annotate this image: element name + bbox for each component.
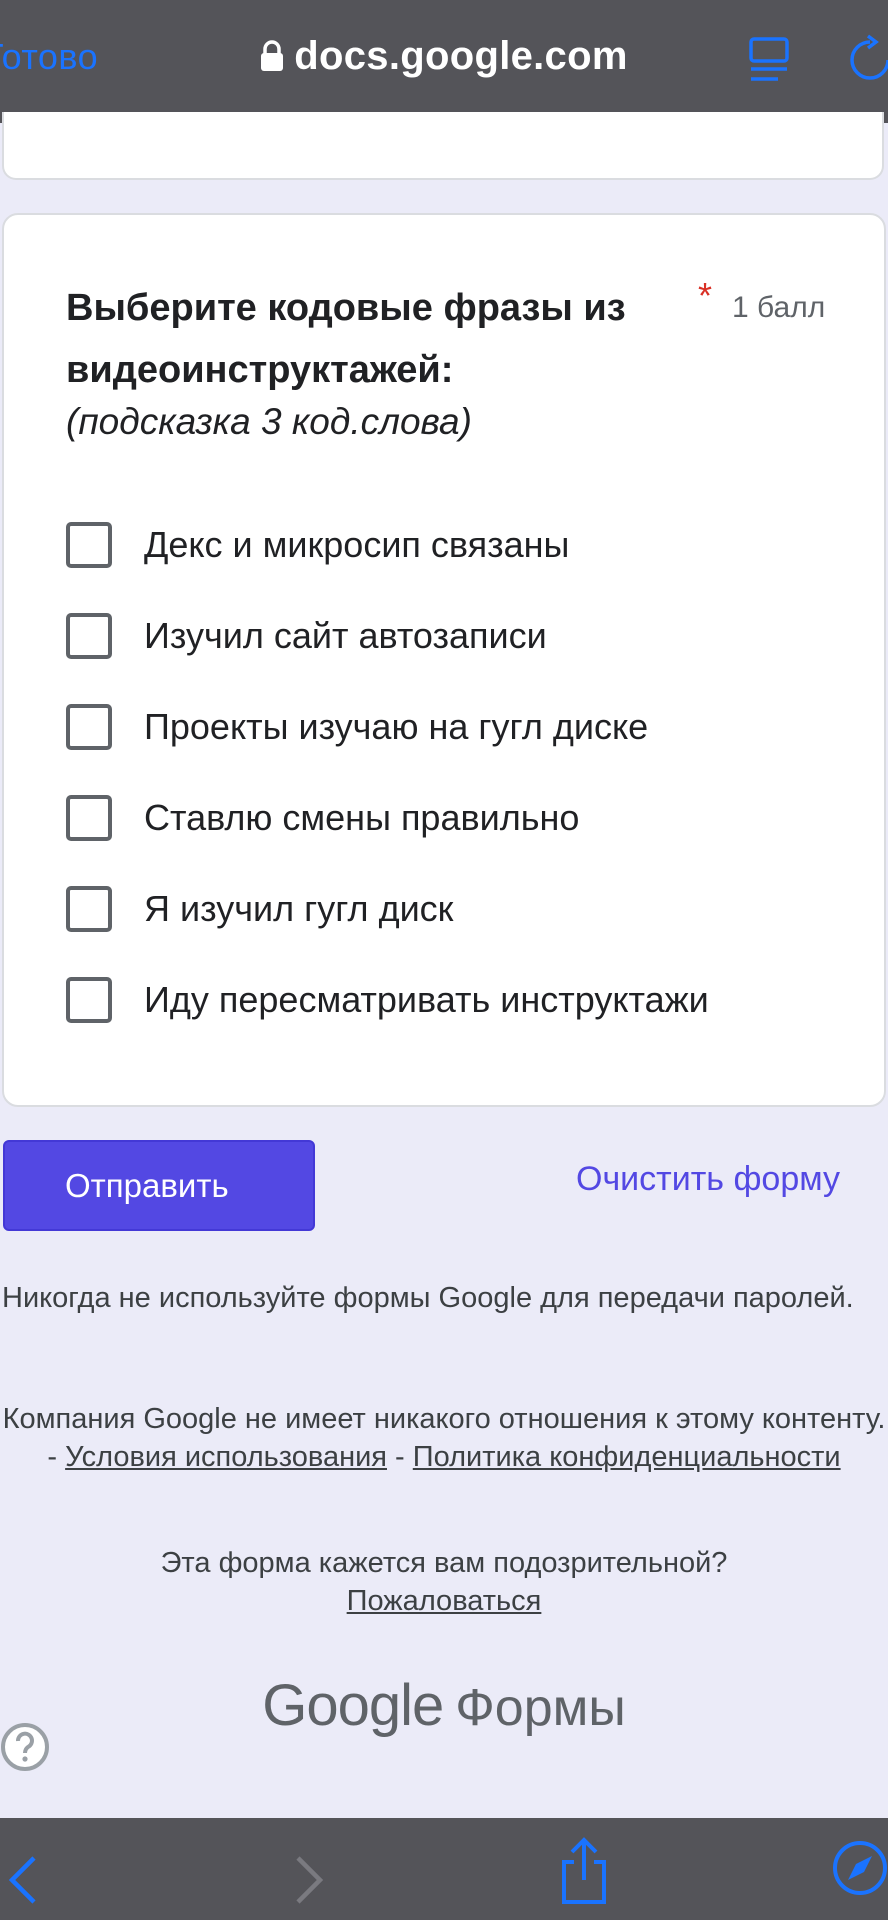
suspicious-text: Эта форма кажется вам подозрительной? bbox=[160, 1547, 728, 1579]
checkbox-option[interactable]: Иду пересматривать инструктажи bbox=[66, 970, 709, 1030]
option-label: Проекты изучаю на гугл диске bbox=[144, 706, 649, 747]
report-link[interactable]: Пожаловаться bbox=[347, 1585, 542, 1617]
checkbox-option[interactable]: Изучил сайт автозаписи bbox=[66, 606, 547, 666]
reader-icon[interactable] bbox=[748, 36, 790, 89]
terms-link[interactable]: Условия использования bbox=[65, 1441, 387, 1473]
question-card: Выберите кодовые фразы из видеоинструкта… bbox=[2, 213, 886, 1107]
question-title: Выберите кодовые фразы из видеоинструкта… bbox=[66, 287, 626, 391]
url-text: docs.google.com bbox=[294, 34, 628, 78]
password-warning: Никогда не используйте формы Google для … bbox=[2, 1282, 854, 1314]
question-points: 1 балл bbox=[732, 291, 826, 324]
clear-form-button[interactable]: Очистить форму bbox=[576, 1160, 840, 1199]
browser-top-bar: Готово docs.google.com bbox=[0, 0, 888, 123]
checkbox[interactable] bbox=[66, 522, 112, 568]
suspicious-form-notice: Эта форма кажется вам подозрительной? По… bbox=[0, 1544, 888, 1620]
option-label: Изучил сайт автозаписи bbox=[144, 615, 547, 656]
google-disclaimer: Компания Google не имеет никакого отноше… bbox=[0, 1400, 888, 1476]
compass-icon[interactable] bbox=[830, 1838, 888, 1905]
option-label: Иду пересматривать инструктажи bbox=[144, 979, 709, 1020]
brand-product: Формы bbox=[455, 1679, 626, 1737]
question-hint: (подсказка 3 код.слова) bbox=[66, 401, 472, 442]
privacy-link[interactable]: Политика конфиденциальности bbox=[413, 1441, 841, 1473]
checkbox[interactable] bbox=[66, 886, 112, 932]
checkbox-option[interactable]: Декс и микросип связаны bbox=[66, 515, 569, 575]
option-label: Ставлю смены правильно bbox=[144, 797, 580, 838]
separator: - bbox=[47, 1441, 58, 1473]
checkbox-option[interactable]: Я изучил гугл диск bbox=[66, 879, 453, 939]
brand-google: Google bbox=[262, 1673, 444, 1738]
help-icon[interactable] bbox=[0, 1722, 50, 1777]
disclaimer-text: Компания Google не имеет никакого отноше… bbox=[2, 1403, 886, 1435]
submit-button[interactable]: Отправить bbox=[3, 1140, 315, 1231]
reload-icon[interactable] bbox=[848, 34, 888, 89]
forward-icon[interactable] bbox=[294, 1854, 324, 1911]
checkbox[interactable] bbox=[66, 977, 112, 1023]
option-label: Декс и микросип связаны bbox=[144, 524, 570, 565]
checkbox[interactable] bbox=[66, 795, 112, 841]
lock-icon bbox=[260, 37, 284, 82]
option-label: Я изучил гугл диск bbox=[144, 888, 454, 929]
google-forms-logo[interactable]: Google Формы bbox=[0, 1672, 888, 1739]
checkbox-option[interactable]: Проекты изучаю на гугл диске bbox=[66, 697, 648, 757]
checkbox[interactable] bbox=[66, 704, 112, 750]
back-icon[interactable] bbox=[8, 1854, 38, 1911]
checkbox-option[interactable]: Ставлю смены правильно bbox=[66, 788, 579, 848]
share-icon[interactable] bbox=[558, 1836, 610, 1911]
browser-bottom-bar bbox=[0, 1818, 888, 1920]
checkbox[interactable] bbox=[66, 613, 112, 659]
required-asterisk: * bbox=[698, 275, 713, 316]
separator: - bbox=[395, 1441, 405, 1473]
previous-question-card bbox=[2, 112, 884, 180]
